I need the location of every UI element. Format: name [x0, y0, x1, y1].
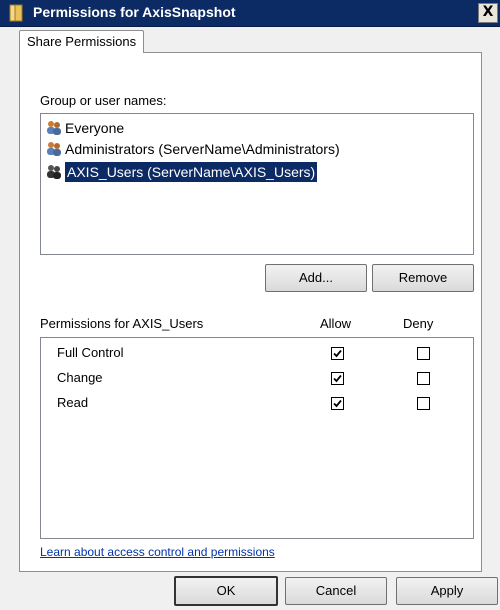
- apply-button[interactable]: Apply: [396, 577, 498, 605]
- checkmark-icon: [333, 399, 342, 408]
- folder-icon: [9, 4, 23, 22]
- permissions-header: Permissions for AXIS_Users: [40, 316, 204, 331]
- user-name: Administrators (ServerName\Administrator…: [65, 141, 340, 157]
- user-list[interactable]: Everyone Administrators (ServerName\Admi…: [40, 113, 474, 255]
- list-item[interactable]: Everyone: [45, 118, 124, 138]
- checkmark-icon: [333, 349, 342, 358]
- remove-button[interactable]: Remove: [372, 264, 474, 292]
- allow-change-checkbox[interactable]: [331, 372, 344, 385]
- permission-row-label: Change: [57, 370, 103, 385]
- permission-row-label: Read: [57, 395, 89, 410]
- deny-full-control-checkbox[interactable]: [417, 347, 430, 360]
- users-icon: [47, 165, 61, 179]
- allow-read-checkbox[interactable]: [331, 397, 344, 410]
- window-title: Permissions for AxisSnapshot: [33, 4, 236, 20]
- title-bar[interactable]: Permissions for AxisSnapshot X: [0, 0, 500, 27]
- add-button[interactable]: Add...: [265, 264, 367, 292]
- list-item[interactable]: Administrators (ServerName\Administrator…: [45, 139, 340, 159]
- allow-full-control-checkbox[interactable]: [331, 347, 344, 360]
- deny-read-checkbox[interactable]: [417, 397, 430, 410]
- permission-row-label: Full Control: [57, 345, 124, 360]
- deny-header: Deny: [403, 316, 434, 331]
- permissions-list: Full Control Change Read: [40, 337, 474, 539]
- checkmark-icon: [333, 374, 342, 383]
- user-name: AXIS_Users (ServerName\AXIS_Users): [65, 162, 318, 182]
- users-icon: [47, 142, 61, 156]
- user-name: Everyone: [65, 120, 125, 136]
- group-or-user-names-label: Group or user names:: [40, 93, 167, 108]
- cancel-button[interactable]: Cancel: [285, 577, 387, 605]
- allow-header: Allow: [320, 316, 352, 331]
- tab-share-permissions[interactable]: Share Permissions: [19, 30, 145, 53]
- help-link[interactable]: Learn about access control and permissio…: [40, 545, 275, 559]
- users-icon: [47, 121, 61, 135]
- ok-button[interactable]: OK: [174, 576, 278, 606]
- list-item-selected[interactable]: AXIS_Users (ServerName\AXIS_Users): [45, 162, 318, 182]
- deny-change-checkbox[interactable]: [417, 372, 430, 385]
- close-button[interactable]: X: [478, 3, 498, 23]
